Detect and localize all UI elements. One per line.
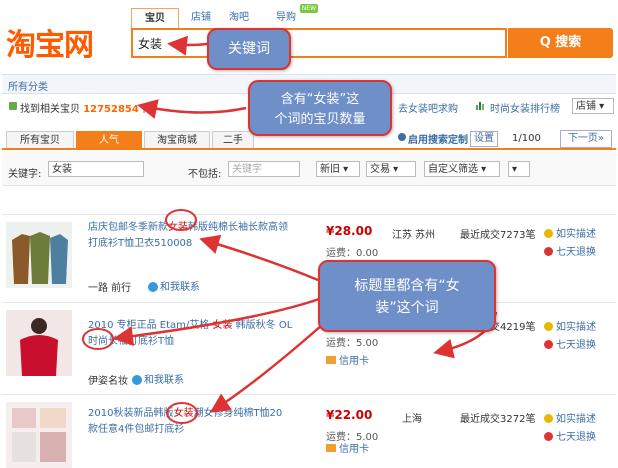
callout-line: 标题里都含有“女: [354, 278, 460, 294]
callout-title: 标题里都含有“女 装”这个词: [318, 260, 496, 332]
callout-count: 含有“女装”这 个词的宝贝数量: [248, 80, 392, 136]
annotation-arrows: [82, 35, 498, 424]
callout-keyword: 关键词: [207, 28, 291, 70]
callout-line: 装”这个词: [375, 300, 439, 316]
callout-line: 个词的宝贝数量: [274, 112, 366, 127]
callout-line: 含有“女装”这: [280, 92, 360, 107]
